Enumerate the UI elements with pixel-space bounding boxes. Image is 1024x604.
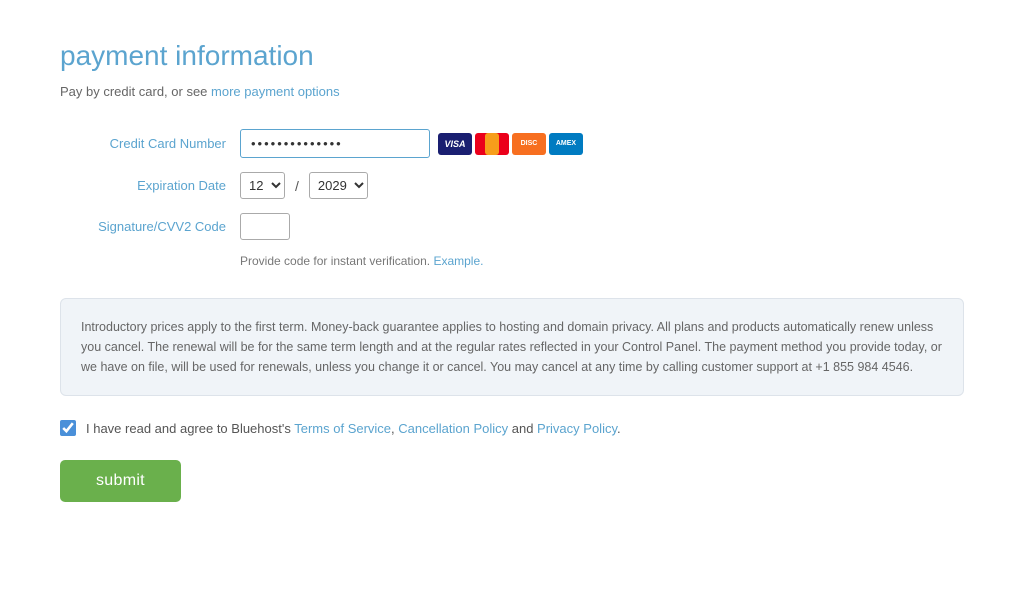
visa-icon: VISA [438,133,472,155]
cvv-hint-text: Provide code for instant verification. [240,254,430,268]
page-title: payment information [60,40,964,72]
cvv-label: Signature/CVV2 Code [60,219,240,234]
exp-date-wrap: 01 02 03 04 05 06 07 08 09 10 11 12 / 20… [240,172,368,199]
discover-icon: DISC [512,133,546,155]
cvv-example-link[interactable]: Example. [433,254,483,268]
agreement-and: and [508,421,537,436]
exp-date-label: Expiration Date [60,178,240,193]
subtitle-text: Pay by credit card, or see [60,84,211,99]
exp-slash: / [295,178,299,194]
agreement-text: I have read and agree to Bluehost's Term… [86,421,621,436]
cc-number-label: Credit Card Number [60,136,240,151]
card-icons: VISA DISC AMEX [438,133,583,155]
payment-form: Credit Card Number VISA DISC AMEX Expira… [60,129,964,268]
cvv-row: Signature/CVV2 Code [60,213,964,240]
tos-link[interactable]: Terms of Service [294,421,391,436]
exp-date-row: Expiration Date 01 02 03 04 05 06 07 08 … [60,172,964,199]
cvv-input[interactable] [240,213,290,240]
cc-number-row: Credit Card Number VISA DISC AMEX [60,129,964,158]
disclaimer-text: Introductory prices apply to the first t… [81,317,943,377]
more-payment-options-link[interactable]: more payment options [211,84,340,99]
exp-month-select[interactable]: 01 02 03 04 05 06 07 08 09 10 11 12 [240,172,285,199]
cvv-wrap [240,213,290,240]
agreement-period: . [617,421,621,436]
page-container: payment information Pay by credit card, … [0,0,1024,542]
agreement-row: I have read and agree to Bluehost's Term… [60,420,964,436]
agreement-prefix: I have read and agree to Bluehost's [86,421,294,436]
submit-button[interactable]: submit [60,460,181,502]
cancellation-policy-link[interactable]: Cancellation Policy [398,421,508,436]
cc-number-input[interactable] [240,129,430,158]
cc-number-wrap: VISA DISC AMEX [240,129,583,158]
cvv-hint-row: Provide code for instant verification. E… [240,254,964,268]
agreement-checkbox[interactable] [60,420,76,436]
privacy-policy-link[interactable]: Privacy Policy [537,421,617,436]
mastercard-icon [475,133,509,155]
subtitle: Pay by credit card, or see more payment … [60,84,964,99]
exp-year-select[interactable]: 2024 2025 2026 2027 2028 2029 2030 2031 … [309,172,368,199]
disclaimer-box: Introductory prices apply to the first t… [60,298,964,396]
amex-icon: AMEX [549,133,583,155]
